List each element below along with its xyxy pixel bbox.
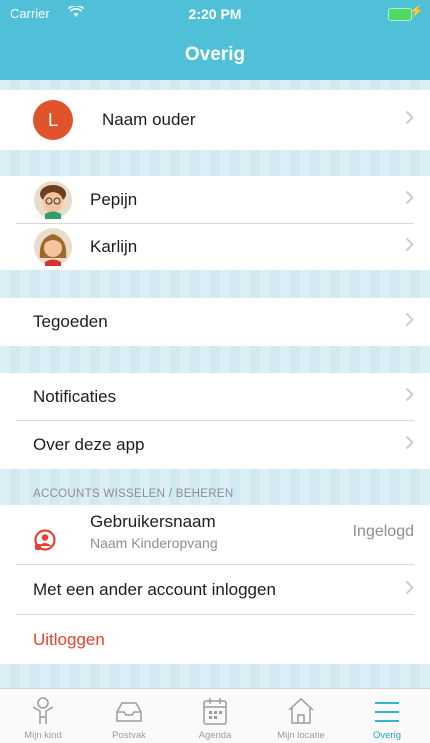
parent-avatar: L — [33, 100, 73, 140]
parent-name: Naam ouder — [102, 110, 196, 129]
menu-item-tegoeden[interactable]: Tegoeden — [0, 298, 430, 346]
section-spacer — [0, 150, 430, 176]
tab-agenda[interactable]: Agenda — [172, 689, 258, 743]
page-title: Overig — [184, 44, 246, 65]
menu-item-label: Over deze app — [33, 435, 145, 454]
child-row-pepijn[interactable]: Pepijn — [0, 176, 430, 224]
menu-item-notificaties[interactable]: Notificaties — [0, 373, 430, 421]
section-spacer — [0, 80, 430, 90]
child-row-karlijn[interactable]: Karlijn — [0, 224, 430, 270]
account-username: Gebruikersnaam — [90, 512, 216, 531]
navigation-bar: Carrier 2:20 PM ⚡ Overig — [0, 0, 430, 80]
inbox-icon — [116, 702, 142, 722]
menu-item-over-deze-app[interactable]: Over deze app — [0, 421, 430, 469]
other-account-login[interactable]: Met een ander account inloggen — [0, 565, 430, 615]
logout-label: Uitloggen — [33, 629, 105, 649]
child-name: Pepijn — [90, 190, 138, 209]
menu-icon — [375, 702, 399, 722]
menu-item-label: Notificaties — [33, 387, 117, 406]
section-header-accounts: ACCOUNTS WISSELEN / BEHEREN — [33, 488, 234, 500]
tab-label: Overig — [373, 730, 401, 741]
menu-item-label: Tegoeden — [33, 312, 108, 331]
section-spacer — [0, 270, 430, 298]
account-status: Ingelogd — [352, 523, 414, 540]
child-icon — [32, 697, 54, 724]
account-organization: Naam Kinderopvang — [90, 535, 218, 551]
tab-label: Mijn locatie — [277, 730, 325, 741]
child-avatar-karlijn — [34, 228, 72, 266]
section-spacer — [0, 346, 430, 373]
child-avatar-pepijn — [34, 181, 72, 219]
status-time: 2:20 PM — [188, 6, 242, 22]
tab-label: Agenda — [198, 730, 232, 741]
child-name: Karlijn — [90, 237, 138, 256]
logout-button[interactable]: Uitloggen — [0, 615, 430, 664]
settings-list[interactable]: L Naam ouder Pepijn Karlijn Tegoeden Not… — [0, 80, 430, 688]
chevron-right-icon — [405, 190, 414, 210]
chevron-right-icon — [405, 110, 414, 130]
chevron-right-icon — [405, 435, 414, 455]
parent-row[interactable]: L Naam ouder — [0, 90, 430, 150]
tab-label: Mijn kind — [24, 730, 62, 741]
tab-postvak[interactable]: Postvak — [86, 689, 172, 743]
chevron-right-icon — [405, 237, 414, 257]
account-row[interactable]: Gebruikersnaam Naam Kinderopvang Ingelog… — [0, 505, 430, 565]
tab-mijn-kind[interactable]: Mijn kind — [0, 689, 86, 743]
calendar-icon — [203, 698, 227, 725]
chevron-right-icon — [405, 312, 414, 332]
tab-bar: Mijn kind Postvak Agenda Mijn locatie Ov… — [0, 688, 430, 743]
account-icon — [34, 529, 56, 556]
other-account-label: Met een ander account inloggen — [33, 580, 276, 599]
chevron-right-icon — [405, 387, 414, 407]
chevron-right-icon — [405, 580, 414, 600]
tab-label: Postvak — [112, 730, 146, 741]
home-icon — [288, 697, 314, 724]
tab-mijn-locatie[interactable]: Mijn locatie — [258, 689, 344, 743]
charging-icon: ⚡ — [409, 4, 424, 18]
section-spacer — [0, 664, 430, 688]
tab-overig[interactable]: Overig — [344, 689, 430, 743]
